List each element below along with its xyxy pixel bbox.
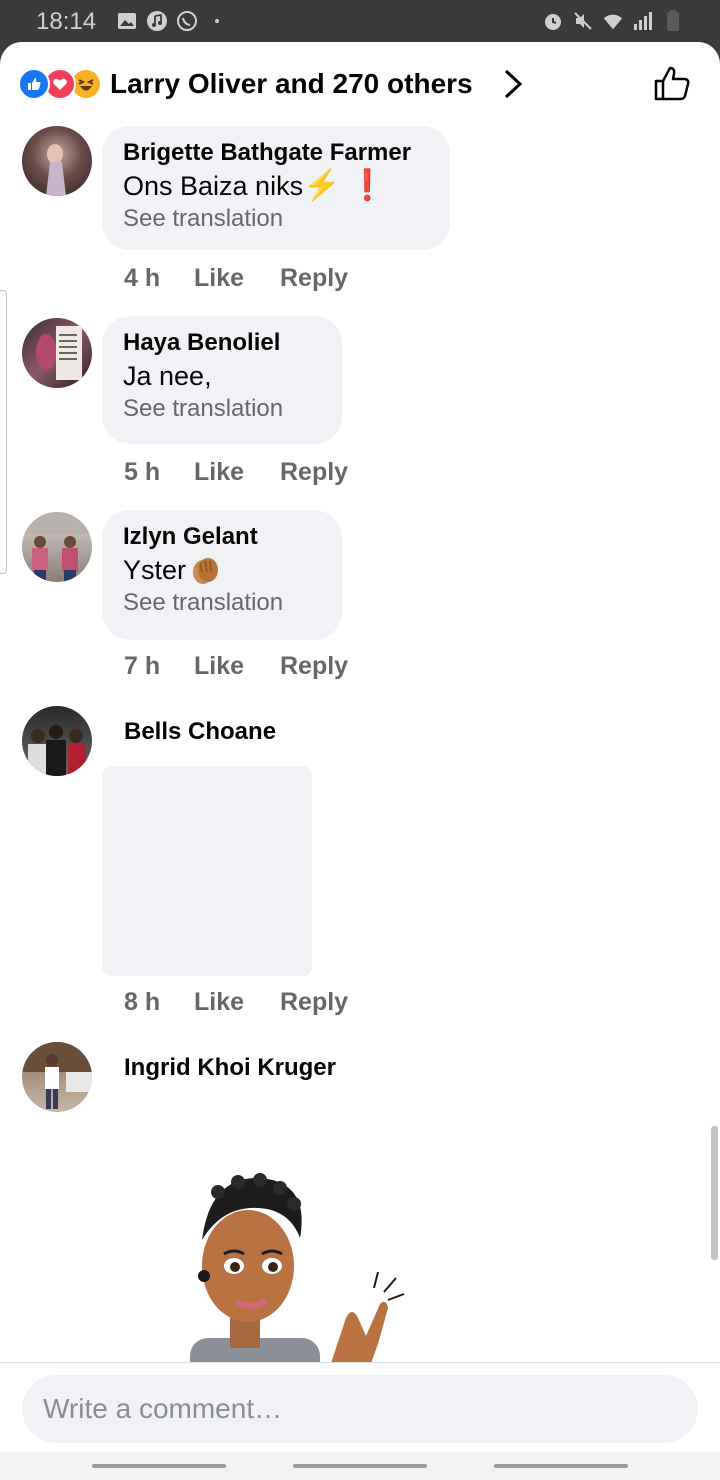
gallery-icon: [116, 10, 138, 32]
comment-bubble[interactable]: Izlyn Gelant Yster See translation: [102, 510, 342, 640]
see-translation-link[interactable]: See translation: [123, 588, 321, 618]
comment-author[interactable]: Ingrid Khoi Kruger: [124, 1054, 336, 1082]
comment-time: 7 h: [124, 652, 161, 680]
comment-bubble[interactable]: Brigette Bathgate Farmer Ons Baiza niks ⚡…: [102, 126, 450, 250]
left-edge-handle: [0, 290, 7, 574]
comment-media[interactable]: [102, 766, 312, 976]
wifi-icon: [602, 10, 624, 32]
mute-icon: [572, 10, 594, 32]
status-time: 18:14: [36, 8, 97, 35]
chevron-right-icon[interactable]: [498, 68, 528, 100]
see-translation-link[interactable]: See translation: [123, 204, 429, 234]
comment-author[interactable]: Izlyn Gelant: [123, 522, 321, 552]
comment-author[interactable]: Haya Benoliel: [123, 328, 321, 358]
battery-icon: [662, 10, 684, 32]
reply-button[interactable]: Reply: [280, 264, 348, 293]
comment-text-body: Ons Baiza niks: [123, 171, 304, 201]
clapping-hands-icon: [188, 553, 222, 587]
comment-actions: 4 h Like Reply: [124, 264, 348, 293]
write-comment-input[interactable]: [22, 1375, 698, 1443]
comment-time: 5 h: [124, 458, 161, 486]
system-nav-bar: [0, 1452, 720, 1480]
reaction-icons[interactable]: [18, 68, 108, 100]
reply-button[interactable]: Reply: [280, 988, 348, 1017]
comment-author[interactable]: Bells Choane: [124, 718, 276, 746]
like-button[interactable]: Like: [194, 458, 280, 487]
dot-icon: [206, 10, 228, 32]
comments-sheet: Larry Oliver and 270 others Brigette Bat…: [0, 42, 720, 1480]
comment-time: 8 h: [124, 988, 161, 1016]
lightning-emoji: ⚡: [303, 169, 341, 202]
scrollbar-thumb[interactable]: [711, 1126, 718, 1260]
avatar[interactable]: [22, 126, 92, 196]
comment-text: Yster: [123, 552, 321, 588]
comment-actions: 5 h Like Reply: [124, 458, 348, 487]
comment-bubble[interactable]: Haya Benoliel Ja nee, See translation: [102, 316, 342, 444]
alarm-icon: [542, 10, 564, 32]
comment-actions: 7 h Like Reply: [124, 652, 348, 681]
avatar[interactable]: [22, 1042, 92, 1112]
whatsapp-icon: [176, 10, 198, 32]
music-icon: [146, 10, 168, 32]
signal-icon: [632, 10, 654, 32]
reactions-summary[interactable]: Larry Oliver and 270 others: [110, 68, 473, 100]
comment-text: Ja nee,: [123, 361, 212, 391]
comment-time: 4 h: [124, 264, 161, 292]
like-button[interactable]: Like: [194, 988, 280, 1017]
reactions-header[interactable]: Larry Oliver and 270 others: [0, 42, 720, 124]
reply-button[interactable]: Reply: [280, 458, 348, 487]
nav-back-button[interactable]: [494, 1464, 628, 1468]
nav-home-button[interactable]: [293, 1464, 427, 1468]
avatar-sticker[interactable]: [180, 1168, 410, 1366]
exclamation-emoji: ❗: [348, 169, 386, 202]
nav-recents-button[interactable]: [92, 1464, 226, 1468]
comment-text-body: Yster: [123, 555, 187, 585]
avatar[interactable]: [22, 318, 92, 388]
comment-text: Ons Baiza niks ⚡ ❗: [123, 168, 429, 204]
thumbs-up-icon[interactable]: [652, 64, 692, 104]
status-right-icons: [542, 10, 684, 32]
comment-author[interactable]: Brigette Bathgate Farmer: [123, 138, 429, 168]
like-reaction-icon: [18, 68, 50, 100]
status-bar: 18:14: [0, 0, 720, 44]
like-button[interactable]: Like: [194, 264, 280, 293]
avatar[interactable]: [22, 512, 92, 582]
avatar[interactable]: [22, 706, 92, 776]
status-left-icons: [116, 10, 228, 32]
like-button[interactable]: Like: [194, 652, 280, 681]
see-translation-link[interactable]: See translation: [123, 394, 321, 424]
reply-button[interactable]: Reply: [280, 652, 348, 681]
comment-actions: 8 h Like Reply: [124, 988, 348, 1017]
